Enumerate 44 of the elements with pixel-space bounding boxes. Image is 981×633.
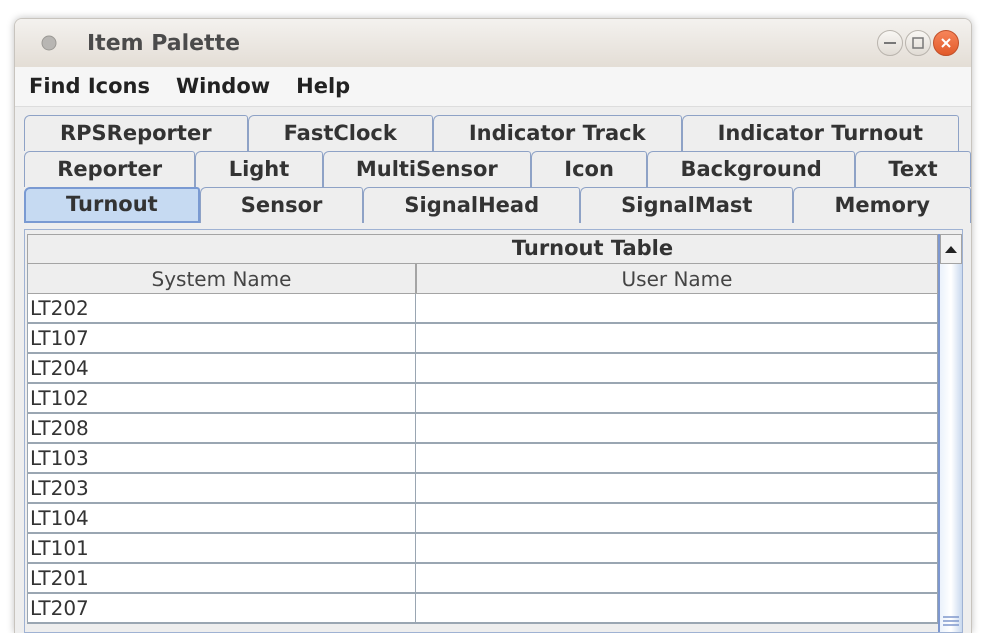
table-cell: LT104 [27,504,416,534]
table-cell: LT107 [27,324,416,354]
menu-item[interactable]: Help [296,70,350,102]
table-cell: LT103 [27,444,416,474]
table-title: Turnout Table [27,234,938,264]
close-icon [940,37,952,49]
tab[interactable]: Turnout [24,187,200,223]
table-cell: LT203 [27,474,416,504]
maximize-icon [912,37,924,49]
table-cell: LT201 [27,564,416,594]
tab[interactable]: Sensor [200,187,364,223]
table-cell: LT204 [27,354,416,384]
scroll-up-button[interactable] [940,234,962,264]
tab[interactable]: FastClock [248,115,433,151]
column-header[interactable]: User Name [416,264,938,294]
table-cell: LT202 [27,294,416,324]
tab[interactable]: Text [855,151,971,187]
table-cell: LT102 [27,384,416,414]
table-cell: LT101 [27,534,416,564]
grip-icon [943,616,959,626]
tab[interactable]: MultiSensor [322,151,532,187]
tab[interactable]: Background [647,151,856,187]
tab[interactable]: Indicator Turnout [682,115,959,151]
tab[interactable]: Memory [793,187,971,223]
up-arrow-icon [945,245,957,253]
tab[interactable]: SignalMast [580,187,794,223]
column-header[interactable]: System Name [27,264,416,294]
tab[interactable]: Icon [531,151,648,187]
table-cell: LT208 [27,414,416,444]
close-button[interactable] [933,30,959,56]
tab[interactable]: SignalHead [363,187,580,223]
menu-item[interactable]: Window [176,70,270,102]
window-title: Item Palette [87,30,240,58]
tab[interactable]: Light [195,151,323,187]
scrollbar[interactable] [938,234,962,632]
table-cell: LT207 [27,594,416,624]
minimize-button[interactable] [877,30,903,56]
window-menu-icon[interactable] [41,35,57,51]
minimize-icon [884,42,896,44]
maximize-button[interactable] [905,30,931,56]
tab[interactable]: RPSReporter [24,115,248,151]
tab[interactable]: Reporter [24,151,196,187]
menu-item[interactable]: Find Icons [29,70,150,102]
tab[interactable]: Indicator Track [432,115,682,151]
